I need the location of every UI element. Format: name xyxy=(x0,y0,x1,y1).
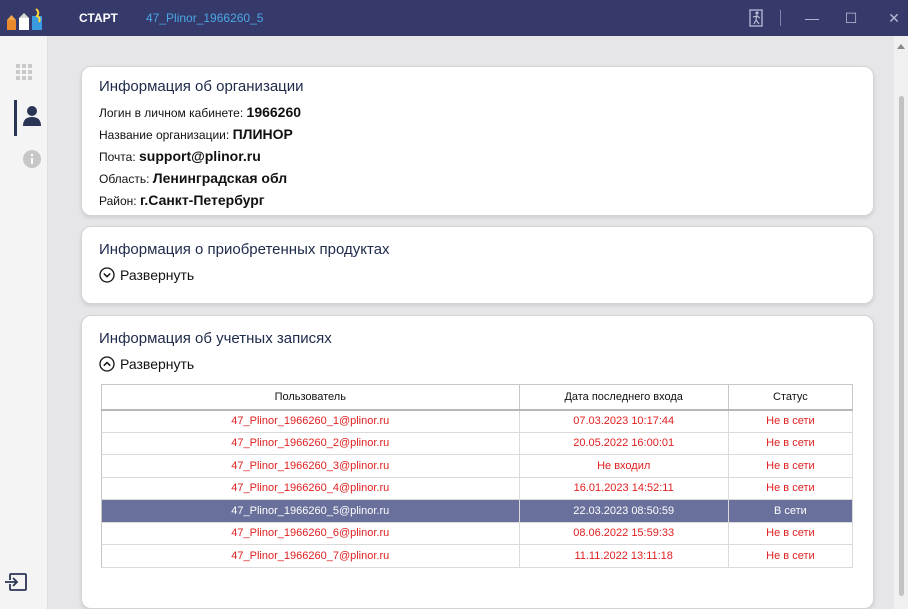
column-header-last-login[interactable]: Дата последнего входа xyxy=(519,384,729,411)
table-row[interactable]: 47_Plinor_1966260_6@plinor.ru 08.06.2022… xyxy=(101,522,854,545)
table-row[interactable]: 47_Plinor_1966260_4@plinor.ru 16.01.2023… xyxy=(101,477,854,500)
login-row: Логин в личном кабинете: 1966260 xyxy=(99,104,301,120)
table-row[interactable]: 47_Plinor_1966260_3@plinor.ru Не входил … xyxy=(101,454,854,478)
district-label: Район: xyxy=(99,194,137,208)
login-value: 1966260 xyxy=(246,104,302,120)
accounts-expand-label: Развернуть xyxy=(120,356,195,372)
table-row[interactable]: 47_Plinor_1966260_7@plinor.ru 11.11.2022… xyxy=(101,544,854,568)
minimize-button[interactable]: — xyxy=(798,4,826,32)
cell-status: Не в сети xyxy=(728,544,854,568)
maximize-button[interactable]: ☐ xyxy=(837,4,865,32)
column-header-user[interactable]: Пользователь xyxy=(101,384,520,411)
products-card: Информация о приобретенных продуктах Раз… xyxy=(81,226,874,304)
cell-last-login: 16.01.2023 14:52:11 xyxy=(519,477,729,500)
district-row: Район: г.Санкт-Петербург xyxy=(99,192,265,208)
exit-icon[interactable] xyxy=(749,9,767,27)
app-logo xyxy=(7,8,42,30)
sidebar-item-profile[interactable] xyxy=(0,96,48,140)
window-title: СТАРТ xyxy=(79,11,118,25)
products-expand-toggle[interactable]: Развернуть xyxy=(99,267,194,283)
cell-last-login: 08.06.2022 15:59:33 xyxy=(519,522,729,545)
main-content: Информация об организации Логин в личном… xyxy=(49,36,894,609)
org-name-value: ПЛИНОР xyxy=(232,126,293,142)
cell-status: Не в сети xyxy=(728,432,854,455)
active-indicator xyxy=(14,100,17,136)
cell-status: Не в сети xyxy=(728,409,854,433)
chevron-down-icon xyxy=(99,267,115,283)
title-bar: СТАРТ 47_Plinor_1966260_5 — ☐ ✕ xyxy=(0,0,908,36)
cell-status: Не в сети xyxy=(728,454,854,478)
cell-last-login: 22.03.2023 08:50:59 xyxy=(519,499,729,523)
scroll-up-arrow-icon[interactable] xyxy=(897,44,905,49)
cell-user: 47_Plinor_1966260_1@plinor.ru xyxy=(101,409,520,433)
email-label: Почта: xyxy=(99,150,136,164)
sidebar xyxy=(0,36,48,609)
window-subtitle: 47_Plinor_1966260_5 xyxy=(146,11,264,25)
vertical-scrollbar[interactable] xyxy=(894,36,908,609)
region-row: Область: Ленинградская обл xyxy=(99,170,287,186)
products-expand-label: Развернуть xyxy=(120,267,195,283)
organization-title: Информация об организации xyxy=(99,78,304,95)
titlebar-separator xyxy=(780,10,781,26)
cell-last-login: Не входил xyxy=(519,454,729,478)
table-row-selected[interactable]: 47_Plinor_1966260_5@plinor.ru 22.03.2023… xyxy=(101,499,854,523)
cell-user: 47_Plinor_1966260_3@plinor.ru xyxy=(101,454,520,478)
accounts-card: Информация об учетных записях Развернуть… xyxy=(81,315,874,609)
sidebar-item-apps[interactable] xyxy=(0,54,48,98)
cell-user: 47_Plinor_1966260_7@plinor.ru xyxy=(101,544,520,568)
org-name-label: Название организации: xyxy=(99,128,230,142)
table-row[interactable]: 47_Plinor_1966260_2@plinor.ru 20.05.2022… xyxy=(101,432,854,455)
accounts-table: Пользователь Дата последнего входа Стату… xyxy=(101,384,854,568)
cell-last-login: 07.03.2023 10:17:44 xyxy=(519,409,729,433)
cell-status: Не в сети xyxy=(728,477,854,500)
info-icon xyxy=(23,150,41,168)
cell-status: В сети xyxy=(728,499,854,523)
region-label: Область: xyxy=(99,172,150,186)
accounts-expand-toggle[interactable]: Развернуть xyxy=(99,356,194,372)
products-title: Информация о приобретенных продуктах xyxy=(99,241,390,258)
district-value: г.Санкт-Петербург xyxy=(139,192,265,208)
cell-user: 47_Plinor_1966260_6@plinor.ru xyxy=(101,522,520,545)
chevron-up-icon xyxy=(99,356,115,372)
email-value: support@plinor.ru xyxy=(139,148,261,164)
org-name-row: Название организации: ПЛИНОР xyxy=(99,126,293,142)
apps-grid-icon xyxy=(16,64,32,80)
cell-user: 47_Plinor_1966260_2@plinor.ru xyxy=(101,432,520,455)
sidebar-item-info[interactable] xyxy=(0,138,48,182)
email-row: Почта: support@plinor.ru xyxy=(99,148,261,164)
login-label: Логин в личном кабинете: xyxy=(99,106,244,120)
cell-user: 47_Plinor_1966260_5@plinor.ru xyxy=(101,499,520,523)
cell-last-login: 20.05.2022 16:00:01 xyxy=(519,432,729,455)
organization-card: Информация об организации Логин в личном… xyxy=(81,66,874,216)
table-row[interactable]: 47_Plinor_1966260_1@plinor.ru 07.03.2023… xyxy=(101,409,854,433)
sidebar-item-logout[interactable] xyxy=(0,562,48,606)
close-button[interactable]: ✕ xyxy=(880,4,908,32)
cell-status: Не в сети xyxy=(728,522,854,545)
cell-last-login: 11.11.2022 13:11:18 xyxy=(519,544,729,568)
column-header-status[interactable]: Статус xyxy=(728,384,854,411)
region-value: Ленинградская обл xyxy=(152,170,288,186)
logout-icon xyxy=(5,573,27,591)
scroll-thumb[interactable] xyxy=(899,96,904,596)
user-icon xyxy=(23,106,41,126)
cell-user: 47_Plinor_1966260_4@plinor.ru xyxy=(101,477,520,500)
table-header-row: Пользователь Дата последнего входа Стату… xyxy=(101,384,854,411)
accounts-title: Информация об учетных записях xyxy=(99,330,332,347)
